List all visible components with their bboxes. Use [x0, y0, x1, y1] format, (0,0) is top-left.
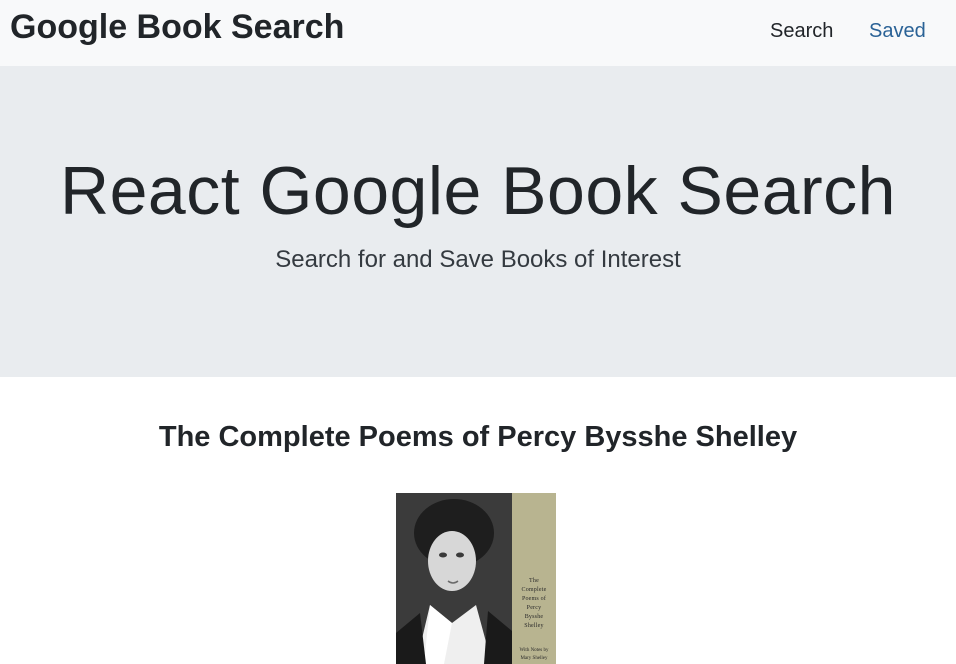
- jumbotron: React Google Book Search Search for and …: [0, 66, 956, 377]
- cover-notes-text: With Notes by Mary Shelley: [519, 648, 549, 661]
- page-subtitle: Search for and Save Books of Interest: [275, 246, 681, 273]
- book-cover-image: The Complete Poems of Percy Bysshe Shell…: [396, 493, 556, 664]
- navbar: Google Book Search Search Saved: [0, 0, 956, 66]
- portrait-image: [396, 493, 512, 664]
- brand-link[interactable]: Google Book Search: [10, 6, 344, 48]
- nav-link-search[interactable]: Search: [770, 18, 833, 44]
- page-title: React Google Book Search: [59, 153, 897, 229]
- book-title: The Complete Poems of Percy Bysshe Shell…: [158, 421, 798, 453]
- cover-title-text: The Complete Poems of Percy Bysshe Shell…: [521, 578, 547, 629]
- nav-link-saved[interactable]: Saved: [869, 18, 926, 44]
